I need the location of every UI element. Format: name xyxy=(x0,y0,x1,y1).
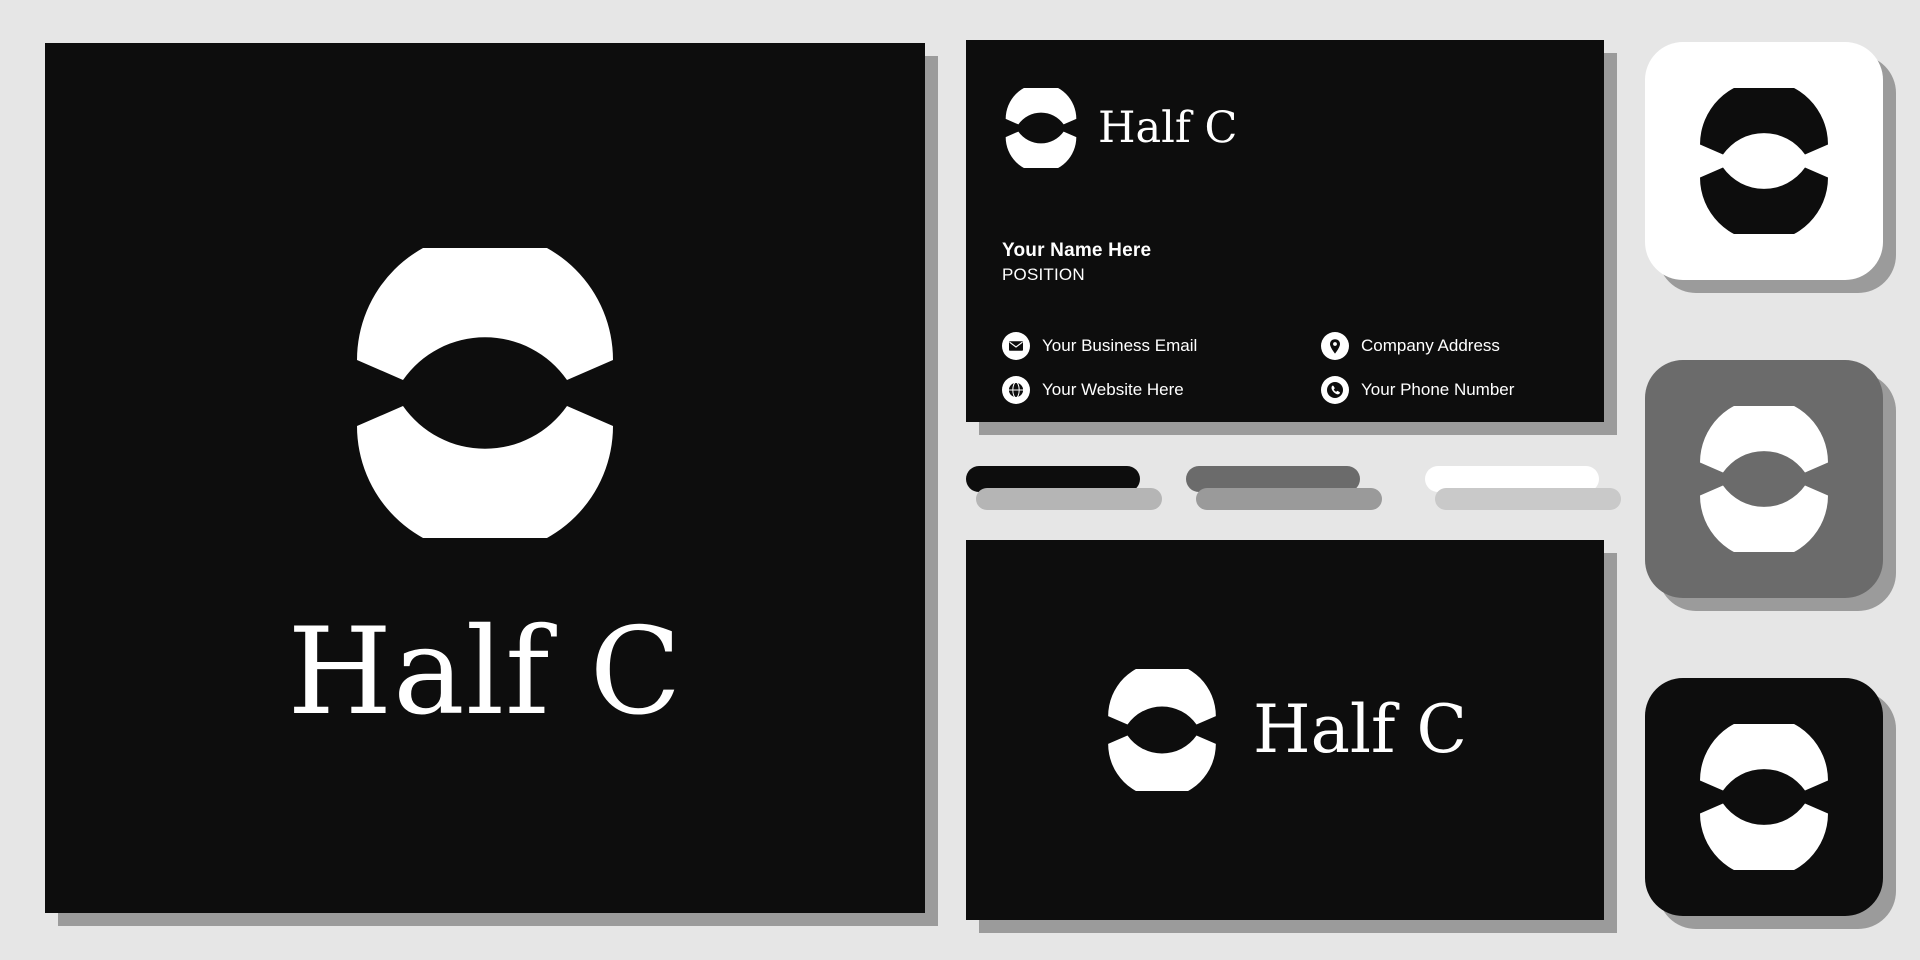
main-logo-card: Half C xyxy=(45,43,925,913)
half-circle-split-icon xyxy=(1108,669,1216,791)
half-circle-split-icon xyxy=(357,248,613,538)
business-card-person-name: Your Name Here xyxy=(1002,240,1152,261)
contact-email-label: Your Business Email xyxy=(1042,336,1198,355)
swatch-black-secondary xyxy=(976,488,1162,510)
contact-website: Your Website Here xyxy=(1002,376,1184,404)
horizontal-wordmark: Half C xyxy=(1253,691,1467,768)
app-icon-dark xyxy=(1645,678,1883,916)
contact-address-label: Company Address xyxy=(1361,336,1500,355)
main-wordmark: Half C xyxy=(287,603,683,742)
globe-icon xyxy=(1002,376,1030,404)
contact-phone-label: Your Phone Number xyxy=(1361,380,1515,399)
half-circle-split-icon xyxy=(1700,406,1828,552)
app-icon-gray xyxy=(1645,360,1883,598)
business-card-position: POSITION xyxy=(1002,265,1085,284)
business-card-logo: Half C xyxy=(1002,88,1237,168)
envelope-icon xyxy=(1002,332,1030,360)
app-icon-light xyxy=(1645,42,1883,280)
horizontal-logo-lockup: Half C xyxy=(966,669,1604,791)
phone-icon xyxy=(1321,376,1349,404)
half-circle-split-icon xyxy=(1005,88,1077,168)
half-circle-split-icon xyxy=(1700,724,1828,870)
swatch-gray-secondary xyxy=(1196,488,1382,510)
half-circle-split-icon xyxy=(1700,88,1828,234)
contact-website-label: Your Website Here xyxy=(1042,380,1184,399)
business-card: Half C Your Name Here POSITION Your Busi… xyxy=(966,40,1604,422)
business-card-logo-text: Half C xyxy=(1098,102,1238,153)
location-pin-icon xyxy=(1321,332,1349,360)
contact-email: Your Business Email xyxy=(1002,332,1197,360)
contact-phone: Your Phone Number xyxy=(1321,376,1514,404)
swatch-white-secondary xyxy=(1435,488,1621,510)
horizontal-logo-card: Half C xyxy=(966,540,1604,920)
logo-presentation-board: Half C Half C Your Name Here POSITION Yo… xyxy=(0,0,1920,960)
contact-address: Company Address xyxy=(1321,332,1500,360)
